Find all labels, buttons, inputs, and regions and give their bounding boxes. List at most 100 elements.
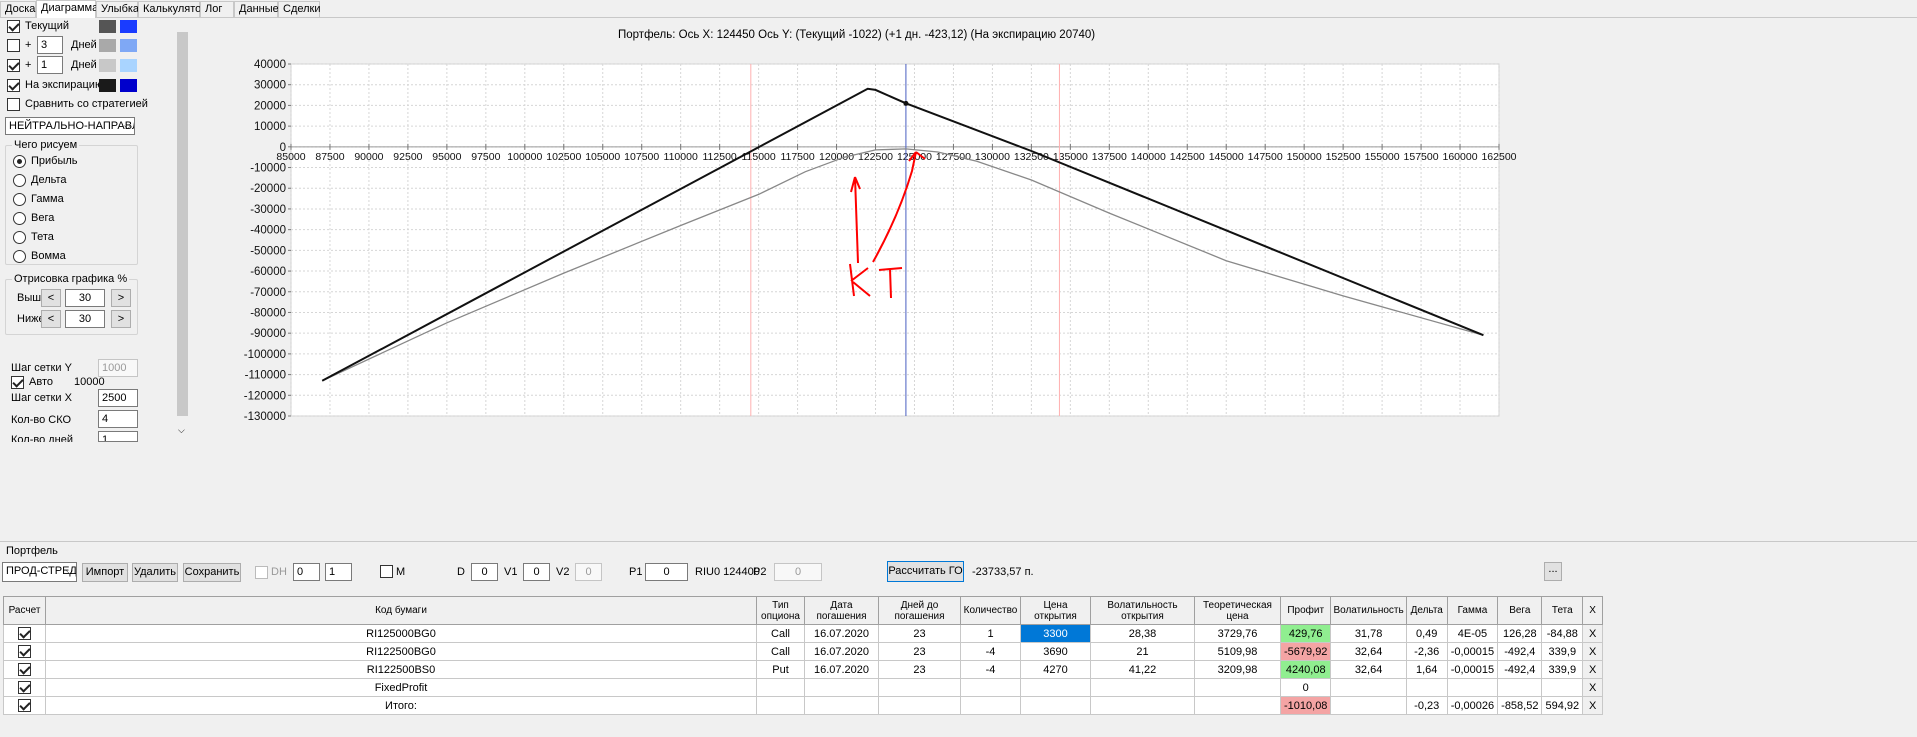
grid-x-input[interactable]: 2500	[98, 389, 138, 407]
more-button[interactable]: ...	[1544, 562, 1562, 581]
calc-cell[interactable]	[3, 696, 46, 715]
y-tick-label: -80000	[250, 307, 286, 319]
x-tick-label: 137500	[1092, 151, 1127, 163]
col-theo[interactable]: Теоретическая цена	[1194, 596, 1281, 625]
dh-spin-2[interactable]: 1	[325, 563, 352, 581]
tab-log[interactable]: Лог	[200, 1, 234, 17]
col-vega[interactable]: Вега	[1497, 596, 1543, 625]
delete-button[interactable]: Удалить	[132, 563, 178, 582]
above-input[interactable]: 30	[65, 289, 105, 307]
sko-input[interactable]: 4	[98, 410, 138, 428]
col-theta[interactable]: Тета	[1541, 596, 1584, 625]
below-input[interactable]: 30	[65, 310, 105, 328]
col-price[interactable]: Цена открытия	[1020, 596, 1091, 625]
days1-color-2[interactable]	[120, 59, 137, 72]
calc-cell[interactable]	[3, 678, 46, 697]
tab-deals[interactable]: Сделки	[278, 1, 321, 17]
radio-gamma[interactable]	[13, 193, 26, 206]
calc-cell[interactable]	[3, 642, 46, 661]
delete-row-button[interactable]: X	[1582, 678, 1604, 697]
col-type[interactable]: Тип опциона	[756, 596, 805, 625]
days3-color-2[interactable]	[120, 39, 137, 52]
import-button[interactable]: Импорт	[82, 563, 128, 582]
m-checkbox[interactable]	[380, 565, 393, 578]
above-increase-button[interactable]: >	[111, 289, 131, 307]
save-button[interactable]: Сохранить	[183, 563, 241, 582]
tab-smile[interactable]: Улыбка	[96, 1, 139, 17]
v1-input[interactable]: 0	[523, 563, 550, 581]
current-color-1[interactable]	[99, 20, 116, 33]
delete-row-button[interactable]: X	[1582, 696, 1604, 715]
strategy-dropdown[interactable]: НЕЙТРАЛЬНО-НАПРАВЛЕ ⌵	[5, 117, 135, 135]
delete-row-button[interactable]: X	[1582, 642, 1604, 661]
compare-checkbox[interactable]	[7, 98, 20, 111]
delete-row-button[interactable]: X	[1582, 660, 1604, 679]
col-calc[interactable]: Расчет	[3, 596, 46, 625]
radio-profit[interactable]	[13, 155, 26, 168]
expiry-color-2[interactable]	[120, 79, 137, 92]
cell-vol-open: 41,22	[1090, 660, 1195, 679]
days1-color-1[interactable]	[99, 59, 116, 72]
days-count-input[interactable]: 1	[98, 431, 138, 442]
x-tick-label: 152500	[1326, 151, 1361, 163]
col-date[interactable]: Дата погашения	[804, 596, 879, 625]
col-days[interactable]: Дней до погашения	[878, 596, 961, 625]
chevron-down-icon[interactable]: ⌵	[178, 425, 185, 436]
radio-vega[interactable]	[13, 212, 26, 225]
col-vol-open[interactable]: Волатильность открытия	[1090, 596, 1195, 625]
calc-checkbox[interactable]	[18, 627, 31, 640]
expiry-checkbox[interactable]	[7, 79, 20, 92]
expiry-color-1[interactable]	[99, 79, 116, 92]
calc-checkbox[interactable]	[18, 681, 31, 694]
dh-spin-1[interactable]: 0	[293, 563, 320, 581]
current-checkbox[interactable]	[7, 20, 20, 33]
days3-input[interactable]: 3	[37, 36, 63, 54]
tab-data[interactable]: Данные	[234, 1, 279, 17]
radio-delta[interactable]	[13, 174, 26, 187]
delete-row-button[interactable]: X	[1582, 624, 1604, 643]
cell-type	[756, 678, 805, 697]
calc-checkbox[interactable]	[18, 663, 31, 676]
days-count-label: Кол-во дней	[11, 434, 74, 442]
below-increase-button[interactable]: >	[111, 310, 131, 328]
tab-diagram[interactable]: Диаграмма	[36, 0, 98, 19]
col-delta[interactable]: Дельта	[1405, 596, 1448, 625]
calc-checkbox[interactable]	[18, 699, 31, 712]
days1-input[interactable]: 1	[37, 56, 63, 74]
below-decrease-button[interactable]: <	[41, 310, 61, 328]
col-code[interactable]: Код бумаги	[45, 596, 757, 625]
d-input[interactable]: 0	[471, 563, 498, 581]
p1-label: P1	[629, 566, 643, 578]
calc-checkbox[interactable]	[18, 645, 31, 658]
current-color-2[interactable]	[120, 20, 137, 33]
col-vol[interactable]: Волатильность	[1330, 596, 1407, 625]
table-row[interactable]: RI122500BS0 Put 16.07.2020 23 -4 4270 41,22 320…	[3, 660, 1604, 679]
col-x[interactable]: X	[1582, 596, 1604, 625]
tab-calculator[interactable]: Калькулятор	[138, 1, 207, 17]
cell-theo: 3209,98	[1194, 660, 1281, 679]
col-gamma[interactable]: Гамма	[1446, 596, 1499, 625]
left-panel-scrollbar[interactable]: ⌵	[175, 18, 190, 536]
cell-date: 16.07.2020	[804, 660, 879, 679]
col-profit[interactable]: Профит	[1279, 596, 1332, 625]
radio-theta[interactable]	[13, 231, 26, 244]
table-row[interactable]: FixedProfit 0 X	[3, 678, 1604, 697]
calculate-margin-button[interactable]: Рассчитать ГО	[887, 561, 964, 582]
table-row[interactable]: RI122500BG0 Call 16.07.2020 23 -4 3690 21 5109,…	[3, 642, 1604, 661]
portfolio-strategy-dropdown[interactable]: ПРОД-СТРЕД ⌵	[2, 562, 77, 582]
calc-cell[interactable]	[3, 660, 46, 679]
auto-checkbox[interactable]	[11, 376, 24, 389]
radio-vomma[interactable]	[13, 250, 26, 263]
cell-delta: -0,23	[1405, 696, 1448, 715]
p1-input[interactable]: 0	[645, 563, 688, 581]
col-qty[interactable]: Количество	[960, 596, 1021, 625]
table-row[interactable]: RI125000BG0 Call 16.07.2020 23 1 3300 28,38 372…	[3, 624, 1604, 643]
tab-board[interactable]: Доска	[0, 1, 36, 17]
calc-cell[interactable]	[3, 624, 46, 643]
days1-checkbox[interactable]	[7, 59, 20, 72]
days3-color-1[interactable]	[99, 39, 116, 52]
table-row[interactable]: Итого: -1010,08 -0,23 -0,00026 -858,52 594,92…	[3, 696, 1604, 715]
scrollbar-thumb[interactable]	[177, 32, 188, 416]
days3-checkbox[interactable]	[7, 39, 20, 52]
above-decrease-button[interactable]: <	[41, 289, 61, 307]
